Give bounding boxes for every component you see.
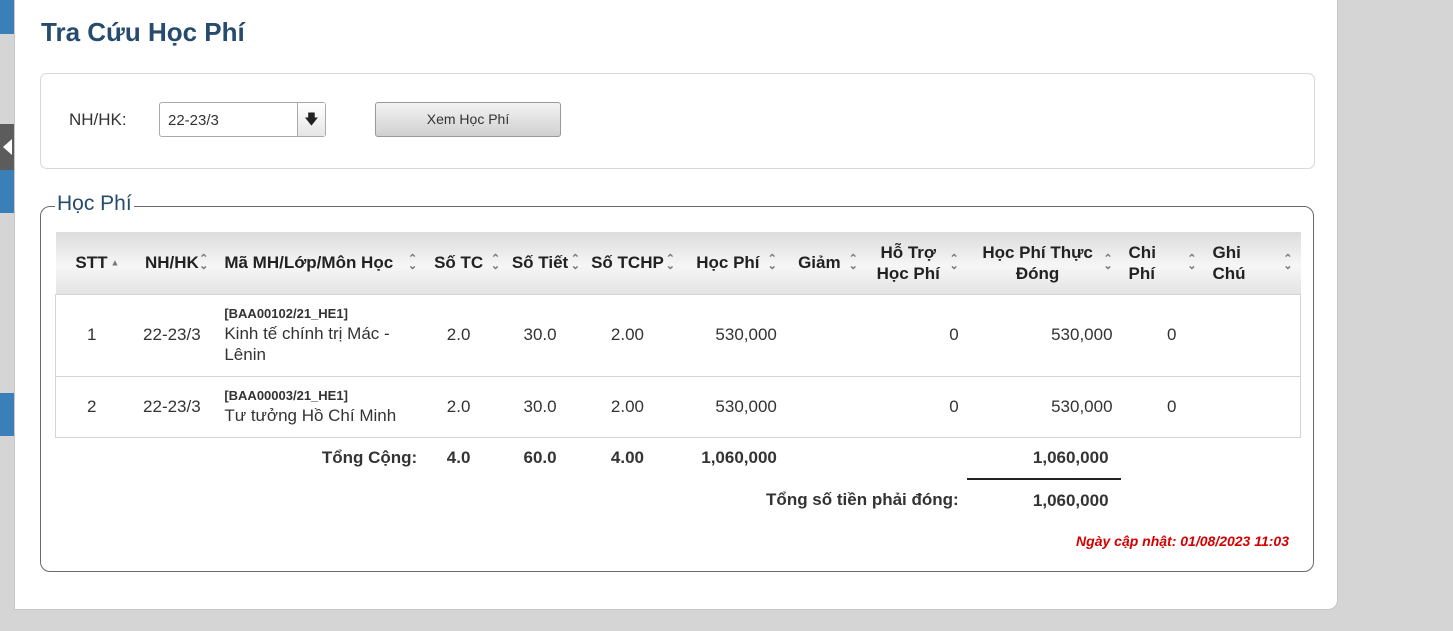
sort-icon[interactable]: ⌃ ⌄ — [1103, 253, 1112, 271]
row-note — [1204, 375, 1302, 438]
row-stt: 1 — [55, 293, 128, 377]
row-fee: 530,000 — [682, 293, 785, 377]
row-cost: 0 — [1120, 375, 1205, 438]
fee-table: STT ▲ NH/HK ⌃ ⌄ Mã MH/Lớp/Môn Học ⌃ ⌄ Số TC ⌃ ⌄… — [55, 232, 1302, 521]
updated-timestamp: Ngày cập nhật: 01/08/2023 11:03 — [1076, 533, 1289, 549]
row-term: 22-23/3 — [127, 293, 217, 377]
sort-icon[interactable]: ⌃ ⌄ — [571, 253, 580, 271]
row-actual-fee: 530,000 — [966, 375, 1121, 438]
sort-icon[interactable]: ⌃ ⌄ — [768, 253, 777, 271]
column-header-periods[interactable]: Số Tiết ⌃ ⌄ — [508, 232, 588, 294]
row-stt: 2 — [55, 375, 128, 438]
row-subject-cell: [BAA00102/21_HE1] Kinh tế chính trị Mác … — [216, 293, 426, 377]
row-subject-name: Kinh tế chính trị Mác - Lênin — [224, 323, 390, 364]
table-row: 1 22-23/3 [BAA00102/21_HE1] Kinh tế chín… — [55, 293, 1302, 377]
row-support: 0 — [865, 375, 967, 438]
column-header-subject[interactable]: Mã MH/Lớp/Môn Học ⌃ ⌄ — [216, 232, 426, 294]
page-title: Tra Cứu Học Phí — [41, 17, 245, 47]
column-header-fee[interactable]: Học Phí ⌃ ⌄ — [682, 232, 785, 294]
total-fee: 1,060,000 — [701, 448, 777, 468]
total-row: Tổng Cộng: 4.0 60.0 4.00 1,060,000 1,060… — [56, 437, 1301, 480]
sort-icon[interactable]: ⌃ ⌄ — [199, 253, 208, 271]
row-subject-cell: [BAA00003/21_HE1] Tư tưởng Hồ Chí Minh — [216, 375, 426, 438]
sort-icon[interactable]: ⌃ ⌄ — [849, 253, 858, 271]
left-sidebar-edge — [0, 0, 14, 631]
column-header-term[interactable]: NH/HK ⌃ ⌄ — [127, 232, 217, 294]
row-credits: 2.0 — [425, 293, 509, 377]
table-header-row: STT ▲ NH/HK ⌃ ⌄ Mã MH/Lớp/Môn Học ⌃ ⌄ Số TC ⌃ ⌄… — [55, 232, 1301, 294]
payable-label: Tổng số tiền phải đóng: — [766, 490, 959, 509]
row-term: 22-23/3 — [127, 375, 217, 438]
row-course-code: [BAA00003/21_HE1] — [224, 387, 348, 403]
row-periods: 30.0 — [508, 375, 588, 438]
total-actual-fee: 1,060,000 — [966, 437, 1121, 480]
row-credits: 2.0 — [425, 375, 509, 438]
row-fee: 530,000 — [682, 375, 785, 438]
row-note — [1204, 293, 1302, 377]
fee-legend: Học Phí — [55, 192, 134, 216]
row-cost: 0 — [1120, 293, 1205, 377]
row-support: 0 — [865, 293, 967, 377]
column-header-cost[interactable]: Chi Phí ⌃ ⌄ — [1120, 232, 1205, 294]
term-label: NH/HK: — [69, 110, 127, 129]
column-header-stt[interactable]: STT ▲ — [55, 232, 128, 294]
total-periods: 60.0 — [523, 448, 557, 468]
total-label: Tổng Cộng: — [321, 448, 418, 468]
row-periods: 30.0 — [508, 293, 588, 377]
sidebar-tab[interactable] — [0, 393, 14, 436]
row-actual-fee: 530,000 — [966, 293, 1121, 377]
sidebar-tab[interactable] — [0, 0, 14, 34]
column-header-support[interactable]: Hỗ Trợ Học Phí ⌃ ⌄ — [865, 232, 967, 294]
payable-value: 1,060,000 — [1032, 490, 1109, 510]
column-header-note[interactable]: Ghi Chú ⌃ ⌄ — [1204, 232, 1301, 294]
column-header-fee-credits[interactable]: Số TCHP ⌃ ⌄ — [588, 232, 683, 294]
column-header-discount[interactable]: Giảm ⌃ ⌄ — [784, 232, 866, 294]
row-fee-credits: 2.00 — [588, 293, 683, 377]
term-select-value: 22-23/3 — [168, 112, 219, 129]
payable-row: Tổng số tiền phải đóng: 1,060,000 — [56, 479, 1301, 521]
sidebar-tab[interactable] — [0, 170, 14, 213]
table-row: 2 22-23/3 [BAA00003/21_HE1] Tư tưởng Hồ … — [55, 375, 1302, 438]
row-discount — [784, 375, 866, 438]
sort-icon[interactable]: ⌃ ⌄ — [1187, 253, 1196, 271]
sort-icon[interactable]: ⌃ ⌄ — [666, 253, 675, 271]
row-course-code: [BAA00102/21_HE1] — [224, 305, 348, 321]
view-fee-button[interactable]: Xem Học Phí — [375, 102, 561, 137]
row-subject-name: Tư tưởng Hồ Chí Minh — [224, 405, 397, 425]
term-select[interactable]: 22-23/3 🡇 — [159, 102, 326, 137]
sidebar-collapse-toggle[interactable] — [0, 124, 14, 170]
sort-icon[interactable]: ⌃ ⌄ — [491, 253, 500, 271]
row-discount — [784, 293, 866, 377]
column-header-actual-fee[interactable]: Học Phí Thực Đóng ⌃ ⌄ — [966, 232, 1121, 294]
fee-fieldset: Học Phí STT ▲ NH/HK ⌃ ⌄ Mã MH/Lớp/Môn Học ⌃ ⌄… — [40, 192, 1314, 572]
sort-icon[interactable]: ⌃ ⌄ — [408, 253, 417, 271]
row-fee-credits: 2.00 — [588, 375, 683, 438]
sort-icon[interactable]: ⌃ ⌄ — [1283, 253, 1292, 271]
total-credits: 4.0 — [446, 448, 471, 468]
column-header-credits[interactable]: Số TC ⌃ ⌄ — [425, 232, 509, 294]
total-fee-credits: 4.00 — [610, 448, 644, 468]
sort-icon[interactable]: ⌃ ⌄ — [949, 253, 958, 271]
sort-asc-icon[interactable]: ▲ — [110, 258, 119, 267]
filter-box: NH/HK: 22-23/3 🡇 Xem Học Phí — [40, 73, 1315, 169]
dropdown-arrow-icon[interactable]: 🡇 — [297, 103, 325, 136]
content-panel: Tra Cứu Học Phí NH/HK: 22-23/3 🡇 Xem Học… — [14, 0, 1338, 610]
